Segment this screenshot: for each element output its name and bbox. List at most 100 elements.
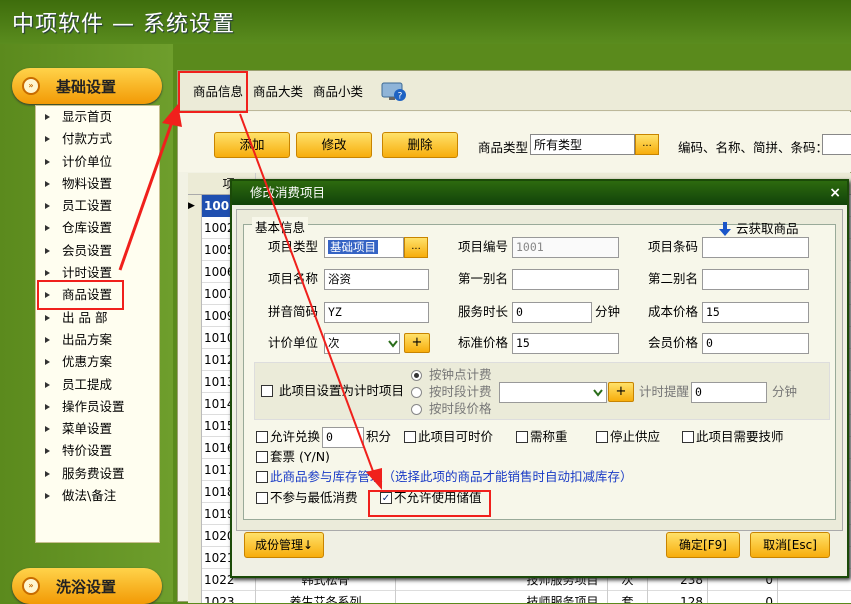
sidebar-item[interactable]: 出 品 部: [36, 307, 159, 329]
inventory-checkbox[interactable]: [256, 471, 268, 483]
chevron-down-icon[interactable]: [387, 336, 399, 350]
sidebar-item[interactable]: 做法\备注: [36, 485, 159, 507]
item-code-label: 项目编号: [458, 239, 509, 254]
allow-exchange-label: 允许兑换: [270, 429, 321, 444]
add-button[interactable]: 添加: [214, 132, 290, 158]
remind-label: 计时提醒: [639, 384, 690, 399]
member-price-input[interactable]: 0: [702, 333, 809, 354]
cost-price-label: 成本价格: [648, 304, 699, 319]
sidebar-item-label: 员工提成: [62, 376, 113, 392]
row-indicator: [188, 415, 202, 437]
allow-exchange-checkbox[interactable]: [256, 431, 268, 443]
tab-goods-subcategory[interactable]: 商品小类: [310, 81, 366, 103]
triangle-right-icon: [45, 493, 50, 500]
table-cell: 1023: [202, 591, 256, 603]
sidebar-item[interactable]: 员工提成: [36, 374, 159, 396]
package-checkbox[interactable]: [256, 451, 268, 463]
pinyin-label: 拼音简码: [268, 304, 319, 319]
section-basic-settings[interactable]: » 基础设置: [12, 68, 162, 104]
sidebar-item-label: 物料设置: [62, 175, 113, 191]
alias2-input[interactable]: [702, 269, 809, 290]
triangle-right-icon: [45, 403, 50, 410]
alias1-label: 第一别名: [458, 271, 509, 286]
row-indicator: [188, 437, 202, 459]
radio-period-fee[interactable]: [411, 387, 422, 398]
std-price-input[interactable]: 15: [512, 333, 619, 354]
sidebar-item[interactable]: 菜单设置: [36, 418, 159, 440]
close-icon[interactable]: ×: [829, 181, 841, 205]
ok-button[interactable]: 确定[F9]: [666, 532, 740, 558]
sidebar-item[interactable]: 出品方案: [36, 329, 159, 351]
tab-goods-category[interactable]: 商品大类: [250, 81, 306, 103]
radio-period-price[interactable]: [411, 404, 422, 415]
type-picker-button[interactable]: ...: [635, 134, 659, 155]
triangle-right-icon: [45, 247, 50, 254]
sidebar-item[interactable]: 员工设置: [36, 195, 159, 217]
row-indicator: [188, 547, 202, 569]
row-indicator: [188, 349, 202, 371]
item-code-input[interactable]: 1001: [512, 237, 619, 258]
radio-period-price-label: 按时段价格: [429, 401, 492, 416]
timed-price-checkbox[interactable]: [404, 431, 416, 443]
row-indicator: [188, 393, 202, 415]
sidebar-item[interactable]: 特价设置: [36, 440, 159, 462]
section-label: 洗浴设置: [56, 578, 117, 596]
row-indicator: [188, 481, 202, 503]
add-unit-button[interactable]: +: [404, 333, 430, 353]
sidebar-item[interactable]: 会员设置: [36, 240, 159, 262]
duration-input[interactable]: 0: [512, 302, 592, 323]
sidebar-item[interactable]: 操作员设置: [36, 396, 159, 418]
highlight-checkbox: [368, 490, 491, 517]
sidebar-item[interactable]: 物料设置: [36, 173, 159, 195]
sidebar-item-label: 显示首页: [62, 109, 113, 124]
unit-label: 计价单位: [268, 335, 319, 350]
timing-checkbox[interactable]: [261, 385, 273, 397]
app-title: 中项软件 — 系统设置: [0, 0, 851, 44]
double-arrow-icon: »: [22, 577, 40, 595]
triangle-right-icon: [45, 381, 50, 388]
cancel-button[interactable]: 取消[Esc]: [750, 532, 830, 558]
cost-price-input[interactable]: 15: [702, 302, 809, 323]
sidebar-item[interactable]: 仓库设置: [36, 217, 159, 239]
barcode-input[interactable]: [702, 237, 809, 258]
item-type-label: 项目类型: [268, 239, 319, 254]
help-monitor-icon[interactable]: ?: [381, 81, 407, 103]
triangle-right-icon: [45, 359, 50, 366]
cost-management-button[interactable]: 成份管理↓: [244, 532, 324, 558]
stop-supply-checkbox[interactable]: [596, 431, 608, 443]
points-input[interactable]: 0: [322, 427, 364, 448]
delete-button[interactable]: 删除: [382, 132, 458, 158]
table-row[interactable]: 1023 养生艾冬系列 技师服务项目套 128 0: [188, 591, 851, 603]
alias1-input[interactable]: [512, 269, 619, 290]
table-cell: 128: [648, 591, 708, 603]
triangle-right-icon: [45, 336, 50, 343]
row-indicator: [188, 327, 202, 349]
tab-bar: 商品信息 商品大类 商品小类 ?: [178, 71, 851, 111]
sidebar-item[interactable]: 显示首页: [36, 106, 159, 128]
section-bath-settings[interactable]: » 洗浴设置: [12, 568, 162, 604]
chevron-down-icon[interactable]: [593, 385, 605, 399]
item-type-picker[interactable]: ...: [404, 237, 428, 258]
sidebar: » 基础设置 显示首页 付款方式 计价单位 物料设置 员工设置 仓库设置 会员设置 计时设置商…: [0, 44, 173, 604]
no-min-checkbox[interactable]: [256, 492, 268, 504]
item-name-input[interactable]: 浴资: [324, 269, 429, 290]
item-type-input[interactable]: 基础项目: [324, 237, 404, 258]
down-arrow-icon: [719, 222, 731, 236]
type-select[interactable]: 所有类型: [530, 134, 635, 155]
row-indicator: [188, 283, 202, 305]
pinyin-input[interactable]: YZ: [324, 302, 429, 323]
need-tech-checkbox[interactable]: [682, 431, 694, 443]
sidebar-item[interactable]: 优惠方案: [36, 351, 159, 373]
triangle-right-icon: [45, 180, 50, 187]
edit-button[interactable]: 修改: [296, 132, 372, 158]
need-weigh-checkbox[interactable]: [516, 431, 528, 443]
radio-hourly[interactable]: [411, 370, 422, 381]
triangle-right-icon: [45, 158, 50, 165]
remind-input[interactable]: 0: [691, 382, 767, 403]
search-input[interactable]: [822, 134, 851, 155]
add-timing-button[interactable]: +: [608, 382, 634, 402]
sidebar-item[interactable]: 付款方式: [36, 128, 159, 150]
sidebar-item[interactable]: 服务费设置: [36, 463, 159, 485]
sidebar-item[interactable]: 计价单位: [36, 151, 159, 173]
timing-select[interactable]: [499, 382, 607, 403]
